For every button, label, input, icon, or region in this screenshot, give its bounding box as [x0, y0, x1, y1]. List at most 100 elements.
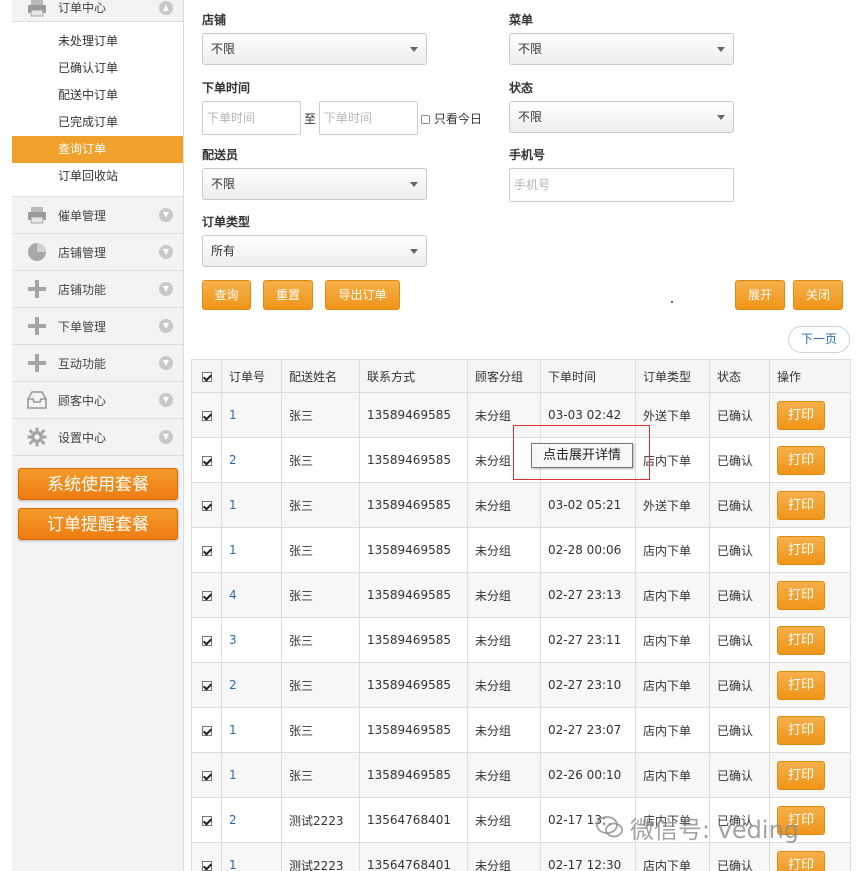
chevron-down-icon[interactable]: ▼ [159, 393, 173, 407]
table-row[interactable]: 2 张三 13589469585 未分组 02-27 23:10 店内下单 已确认 打印 [191, 662, 851, 708]
action-cell: 打印 [769, 707, 851, 753]
print-button[interactable]: 打印 [777, 760, 825, 790]
store-select[interactable]: 不限 [202, 33, 427, 65]
row-select-cell[interactable] [191, 527, 222, 573]
table-row[interactable]: 1 张三 13589469585 未分组 02-28 00:06 店内下单 已确认 打印 [191, 527, 851, 573]
sidebar-item-confirmed[interactable]: 已确认订单 [12, 55, 183, 82]
order-number-link[interactable]: 3 [229, 633, 237, 647]
query-button[interactable]: 查询 [202, 280, 251, 310]
chevron-down-icon[interactable]: ▼ [159, 430, 173, 444]
sidebar-item-recycle-bin[interactable]: 订单回收站 [12, 163, 183, 190]
status-select[interactable]: 不限 [509, 101, 734, 133]
print-button[interactable]: 打印 [777, 400, 825, 430]
chevron-down-icon[interactable]: ▼ [159, 319, 173, 333]
print-button[interactable]: 打印 [777, 445, 825, 475]
row-select-cell[interactable] [191, 707, 222, 753]
print-button[interactable]: 打印 [777, 580, 825, 610]
row-select-cell[interactable] [191, 392, 222, 438]
row-select-cell[interactable] [191, 572, 222, 618]
row-select-cell[interactable] [191, 437, 222, 483]
courier-select[interactable]: 不限 [202, 168, 427, 200]
order-number-link[interactable]: 2 [229, 678, 237, 692]
expand-button[interactable]: 展开 [735, 280, 785, 310]
row-select-cell[interactable] [191, 842, 222, 871]
export-orders-button[interactable]: 导出订单 [325, 280, 400, 310]
chevron-down-icon[interactable]: ▼ [159, 282, 173, 296]
checkbox-checked-icon[interactable] [201, 371, 212, 382]
checkbox-checked-icon[interactable] [201, 860, 212, 871]
print-button[interactable]: 打印 [777, 850, 825, 871]
order-number-link[interactable]: 1 [229, 498, 237, 512]
table-row[interactable]: 1 张三 13589469585 未分组 03-02 05:21 外送下单 已确认 打印 [191, 482, 851, 528]
checkbox-checked-icon[interactable] [201, 725, 212, 736]
system-package-button[interactable]: 系统使用套餐 [18, 468, 178, 500]
action-cell: 打印 [769, 437, 851, 483]
courier-name-cell-text: 张三 [289, 723, 314, 738]
order-type-select-value: 所有 [211, 244, 236, 258]
sidebar-section-interaction[interactable]: 互动功能 ▼ [12, 345, 183, 382]
order-time-cell-text: 02-17 12:30 [548, 858, 622, 871]
sidebar-section-store-manage[interactable]: 店铺管理 ▼ [12, 234, 183, 271]
sidebar-item-completed[interactable]: 已完成订单 [12, 109, 183, 136]
row-select-cell[interactable] [191, 797, 222, 843]
order-number-link[interactable]: 2 [229, 813, 237, 827]
order-time-end-input[interactable]: 下单时间 [319, 101, 418, 135]
checkbox-checked-icon[interactable] [201, 455, 212, 466]
order-number-link[interactable]: 1 [229, 768, 237, 782]
order-type-select[interactable]: 所有 [202, 235, 427, 267]
print-button[interactable]: 打印 [777, 715, 825, 745]
checkbox-checked-icon[interactable] [201, 500, 212, 511]
order-time-start-input[interactable]: 下单时间 [202, 101, 301, 135]
order-number-link[interactable]: 1 [229, 723, 237, 737]
order-number-link[interactable]: 1 [229, 858, 237, 871]
next-page-button[interactable]: 下一页 [788, 326, 850, 353]
chevron-down-icon[interactable]: ▼ [159, 208, 173, 222]
reset-button[interactable]: 重置 [263, 280, 313, 310]
order-no-cell: 3 [221, 617, 282, 663]
checkbox-checked-icon[interactable] [201, 590, 212, 601]
today-only-checkbox[interactable]: 只看今日 [421, 110, 482, 127]
print-button[interactable]: 打印 [777, 535, 825, 565]
sidebar-section-order-center[interactable]: 订单中心 ▲ [12, 0, 183, 22]
chevron-down-icon[interactable]: ▼ [159, 245, 173, 259]
sidebar-item-delivering[interactable]: 配送中订单 [12, 82, 183, 109]
row-select-cell[interactable] [191, 752, 222, 798]
checkbox-checked-icon[interactable] [201, 770, 212, 781]
table-row[interactable]: 4 张三 13589469585 未分组 02-27 23:13 店内下单 已确认 打印 [191, 572, 851, 618]
checkbox-checked-icon[interactable] [201, 635, 212, 646]
checkbox-icon[interactable] [421, 115, 430, 124]
sidebar-item-unprocessed[interactable]: 未处理订单 [12, 28, 183, 55]
select-all-cell[interactable] [191, 359, 222, 393]
menu-select[interactable]: 不限 [509, 33, 734, 65]
checkbox-checked-icon[interactable] [201, 545, 212, 556]
table-row[interactable]: 1 张三 13589469585 未分组 02-27 23:07 店内下单 已确认 打印 [191, 707, 851, 753]
order-number-link[interactable]: 1 [229, 408, 237, 422]
checkbox-checked-icon[interactable] [201, 815, 212, 826]
phone-input[interactable]: 手机号 [509, 168, 734, 202]
contact-cell: 13589469585 [359, 752, 468, 798]
sidebar-section-settings[interactable]: 设置中心 ▼ [12, 419, 183, 456]
row-select-cell[interactable] [191, 482, 222, 528]
sidebar-section-reminder[interactable]: 催单管理 ▼ [12, 197, 183, 234]
row-select-cell[interactable] [191, 617, 222, 663]
order-number-link[interactable]: 4 [229, 588, 237, 602]
sidebar-section-store-functions[interactable]: 店铺功能 ▼ [12, 271, 183, 308]
print-button[interactable]: 打印 [777, 670, 825, 700]
row-select-cell[interactable] [191, 662, 222, 708]
table-row[interactable]: 3 张三 13589469585 未分组 02-27 23:11 店内下单 已确认 打印 [191, 617, 851, 663]
dropdown-arrow-icon [717, 115, 725, 120]
sidebar-section-customer[interactable]: 顾客中心 ▼ [12, 382, 183, 419]
order-number-link[interactable]: 1 [229, 543, 237, 557]
table-row[interactable]: 1 张三 13589469585 未分组 02-26 00:10 店内下单 已确认 打印 [191, 752, 851, 798]
print-button[interactable]: 打印 [777, 490, 825, 520]
chevron-up-icon[interactable]: ▲ [159, 0, 173, 15]
sidebar-section-order-manage[interactable]: 下单管理 ▼ [12, 308, 183, 345]
close-button[interactable]: 关闭 [793, 280, 843, 310]
print-button[interactable]: 打印 [777, 625, 825, 655]
checkbox-checked-icon[interactable] [201, 680, 212, 691]
order-reminder-package-button[interactable]: 订单提醒套餐 [18, 508, 178, 540]
order-number-link[interactable]: 2 [229, 453, 237, 467]
chevron-down-icon[interactable]: ▼ [159, 356, 173, 370]
checkbox-checked-icon[interactable] [201, 410, 212, 421]
sidebar-item-query-orders[interactable]: 查询订单 [12, 136, 183, 163]
